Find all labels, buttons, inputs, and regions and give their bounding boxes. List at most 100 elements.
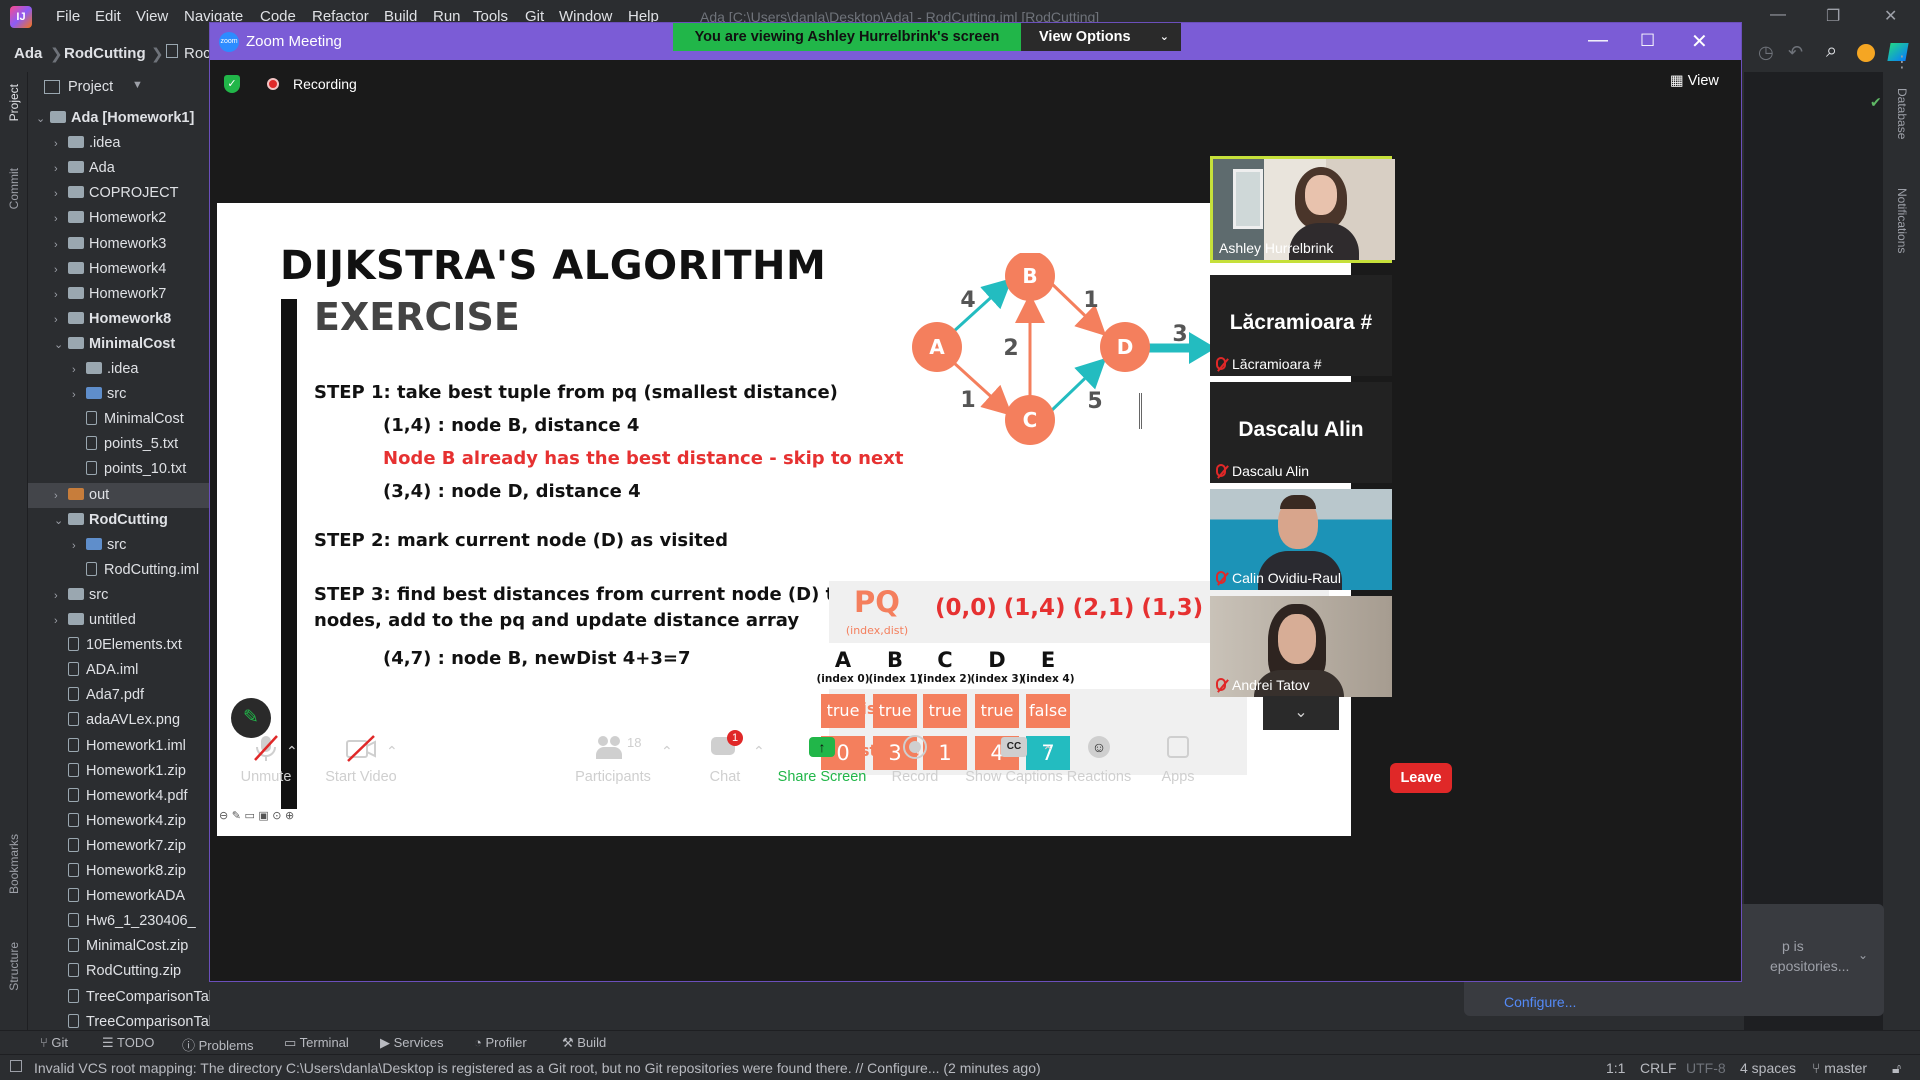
indent-setting[interactable]: 4 spaces <box>1740 1060 1796 1076</box>
participants-button[interactable]: Participants <box>572 733 654 785</box>
security-shield-icon[interactable]: ✓ <box>224 75 240 93</box>
ide-close-icon[interactable]: ✕ <box>1884 6 1897 26</box>
participant-tile-calin[interactable]: Calin Ovidiu-Raul <box>1210 489 1392 590</box>
tree-item[interactable]: ⌄ Ada [Homework1] <box>28 106 194 131</box>
participant-tile-dascalu[interactable]: Dascalu Alin Dascalu Alin <box>1210 382 1392 483</box>
prev-slide-icon[interactable]: ⊖ <box>219 809 232 822</box>
breadcrumb-rodcutting[interactable]: RodCutting <box>64 45 146 62</box>
tree-item[interactable]: › src <box>28 382 126 407</box>
structure-tool-tab[interactable]: Structure <box>7 942 21 991</box>
tree-item[interactable]: Ada7.pdf <box>28 683 144 708</box>
tree-item[interactable]: points_5.txt <box>28 432 178 457</box>
captions-options-caret[interactable]: ⌃ <box>1042 743 1054 760</box>
chevron-right-icon[interactable]: › <box>54 584 68 609</box>
chevron-right-icon[interactable]: › <box>54 258 68 283</box>
tool-build[interactable]: ⚒ Build <box>562 1035 606 1051</box>
chevron-right-icon[interactable]: › <box>54 157 68 182</box>
reactions-button[interactable]: ☺ Reactions <box>1062 733 1136 785</box>
project-tool-tab[interactable]: Project <box>7 84 21 121</box>
tree-item[interactable]: Homework4.zip <box>28 809 186 834</box>
chevron-right-icon[interactable]: › <box>54 233 68 258</box>
tree-item[interactable]: RodCutting.zip <box>28 959 181 984</box>
tool-services[interactable]: ▶ Services <box>380 1035 443 1051</box>
git-branch[interactable]: ⑂ master <box>1812 1060 1867 1076</box>
tree-item[interactable]: › out <box>28 482 210 508</box>
tree-item[interactable]: Homework1.zip <box>28 759 186 784</box>
camera-off-icon[interactable]: ▣ <box>258 809 272 822</box>
chevron-down-icon[interactable]: ⌄ <box>36 107 50 132</box>
update-icon[interactable] <box>1857 44 1875 62</box>
chat-options-caret[interactable]: ⌃ <box>753 743 765 760</box>
tool-todo[interactable]: ☰ TODO <box>102 1035 154 1051</box>
zoom-maximize-icon[interactable]: ☐ <box>1640 31 1655 51</box>
tree-item[interactable]: MinimalCost.zip <box>28 934 188 959</box>
project-panel-title[interactable]: Project <box>68 79 113 95</box>
tree-item[interactable]: › Homework8 <box>28 307 171 332</box>
breadcrumb-file[interactable]: Roc <box>184 45 211 62</box>
notifications-tool-tab[interactable]: Notifications <box>1895 188 1909 253</box>
zoom-minimize-icon[interactable]: — <box>1588 29 1608 52</box>
tree-item[interactable]: › Homework3 <box>28 232 166 257</box>
tree-item[interactable]: › .idea <box>28 131 120 156</box>
status-toggle-icon[interactable] <box>10 1060 22 1072</box>
tree-item[interactable]: › Homework4 <box>28 257 166 282</box>
chevron-down-icon[interactable]: ⌄ <box>1858 948 1868 962</box>
tree-item[interactable]: › untitled <box>28 608 136 633</box>
tool-problems[interactable]: ⓘ Problems <box>182 1035 254 1054</box>
tree-item[interactable]: HomeworkADA <box>28 884 185 909</box>
tree-item[interactable]: Homework7.zip <box>28 834 186 859</box>
chevron-right-icon[interactable]: › <box>54 132 68 157</box>
participant-tile-andrei[interactable]: Andrei Tatov <box>1210 596 1392 697</box>
commit-tool-tab[interactable]: Commit <box>7 168 21 209</box>
view-options-button[interactable]: View Options ⌄ <box>1021 23 1181 51</box>
gallery-next-page-button[interactable]: ⌄ <box>1263 696 1339 730</box>
share-screen-button[interactable]: ↑ Share Screen <box>777 733 867 785</box>
record-button[interactable]: Record <box>885 733 945 785</box>
tool-profiler[interactable]: ◔ Profiler <box>474 1035 527 1050</box>
zoom-close-icon[interactable]: ✕ <box>1691 29 1708 54</box>
chevron-down-icon[interactable]: ▼ <box>132 79 143 91</box>
chevron-right-icon[interactable]: › <box>54 308 68 333</box>
tree-item[interactable]: › Homework7 <box>28 282 166 307</box>
lock-icon[interactable]: 🔓︎ <box>1892 1060 1901 1077</box>
tree-item[interactable]: ⌄ RodCutting <box>28 508 168 533</box>
configure-link[interactable]: Configure... <box>1504 994 1576 1010</box>
database-tool-tab[interactable]: Database <box>1895 88 1909 139</box>
undo-icon[interactable]: ↶ <box>1788 42 1803 63</box>
pen-icon[interactable]: ✎ <box>232 809 245 822</box>
tree-item[interactable]: TreeComparisonTable1000000.png <box>28 1010 210 1030</box>
tree-item[interactable]: › src <box>28 533 126 558</box>
chevron-right-icon[interactable]: › <box>54 283 68 308</box>
tree-item[interactable]: 10Elements.txt <box>28 633 182 658</box>
ide-maximize-icon[interactable]: ❐ <box>1826 6 1840 26</box>
tool-terminal[interactable]: ▭ Terminal <box>284 1035 349 1051</box>
history-icon[interactable]: ◷ <box>1758 42 1774 63</box>
line-separator[interactable]: CRLF <box>1640 1060 1677 1076</box>
tree-item[interactable]: Homework8.zip <box>28 859 186 884</box>
apps-button[interactable]: Apps <box>1154 733 1202 785</box>
tree-item[interactable]: › .idea <box>28 357 138 382</box>
breadcrumb-ada[interactable]: Ada <box>14 45 42 62</box>
video-options-caret[interactable]: ⌃ <box>386 743 398 760</box>
search-icon[interactable]: ⌕ <box>1826 40 1837 63</box>
captions-icon[interactable]: ▭ <box>244 809 258 822</box>
participants-options-caret[interactable]: ⌃ <box>661 743 673 760</box>
tree-item[interactable]: ADA.iml <box>28 658 138 683</box>
tree-item[interactable]: RodCutting.iml <box>28 558 199 583</box>
audio-options-caret[interactable]: ⌃ <box>286 743 298 760</box>
leave-meeting-button[interactable]: Leave <box>1390 763 1452 793</box>
ide-minimize-icon[interactable]: — <box>1770 6 1786 24</box>
tree-item[interactable]: points_10.txt <box>28 457 186 482</box>
chevron-right-icon[interactable]: › <box>54 207 68 232</box>
tool-git[interactable]: ⑂ Git <box>40 1035 68 1050</box>
chevron-right-icon[interactable]: › <box>72 383 86 408</box>
status-message[interactable]: Invalid VCS root mapping: The directory … <box>34 1060 1041 1076</box>
tree-item[interactable]: › Homework2 <box>28 206 166 231</box>
chat-button[interactable]: Chat <box>700 733 750 785</box>
file-encoding[interactable]: UTF-8 <box>1686 1060 1726 1076</box>
participant-tile-ashley[interactable]: Ashley Hurrelbrink <box>1210 156 1395 263</box>
bookmarks-tool-tab[interactable]: Bookmarks <box>7 834 21 894</box>
participant-tile-lacramioara[interactable]: Lăcramioara # Lăcramioara # <box>1210 275 1392 376</box>
menu-edit[interactable]: Edit <box>95 8 121 25</box>
chevron-right-icon[interactable]: › <box>54 609 68 634</box>
